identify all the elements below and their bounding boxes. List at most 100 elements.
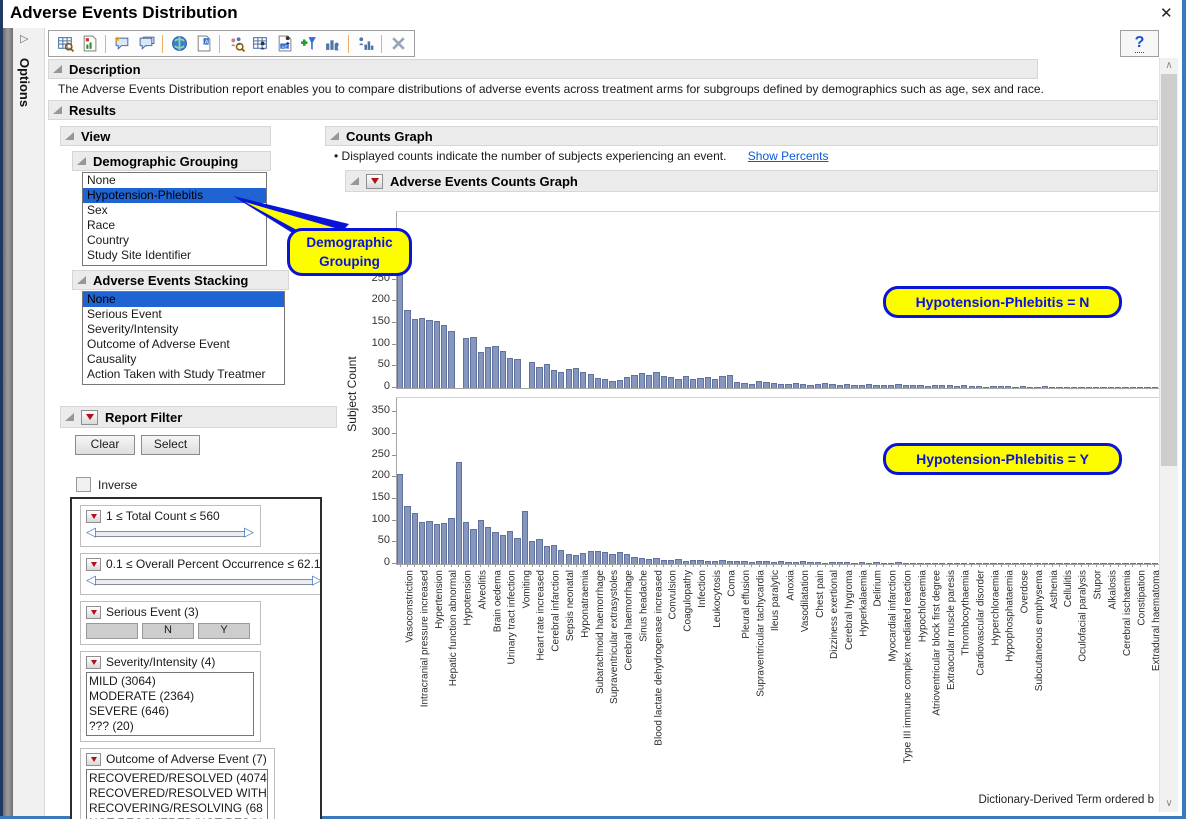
close-icon[interactable]: ✕ <box>1160 4 1173 22</box>
bar[interactable] <box>609 381 615 388</box>
bar[interactable] <box>675 379 681 389</box>
bar[interactable] <box>925 386 931 388</box>
bar[interactable] <box>661 376 667 388</box>
bar[interactable] <box>470 529 476 564</box>
bar[interactable] <box>969 386 975 388</box>
bar[interactable] <box>595 378 601 388</box>
filter-level-button[interactable]: Y <box>198 623 250 639</box>
slider-track[interactable] <box>95 531 245 537</box>
slider-track[interactable] <box>95 579 313 585</box>
bar[interactable] <box>507 358 513 388</box>
add-filter-icon[interactable] <box>296 33 320 54</box>
bar[interactable] <box>544 364 550 388</box>
filter-list-item[interactable]: RECOVERED/RESOLVED (4074 <box>89 771 265 786</box>
bar[interactable] <box>529 541 535 564</box>
bar[interactable] <box>734 382 740 388</box>
bar[interactable] <box>404 310 410 388</box>
bar[interactable] <box>558 550 564 564</box>
bar[interactable] <box>492 532 498 564</box>
bar[interactable] <box>573 555 579 564</box>
bar[interactable] <box>412 513 418 564</box>
bar[interactable] <box>514 359 520 389</box>
help-button[interactable]: ? <box>1120 30 1159 57</box>
bar[interactable] <box>566 369 572 388</box>
bar[interactable] <box>807 385 813 389</box>
bar[interactable] <box>1137 387 1143 388</box>
bar[interactable] <box>668 377 674 388</box>
bar[interactable] <box>697 378 703 388</box>
list-item[interactable]: Severity/Intensity <box>83 322 284 337</box>
scroll-up-icon[interactable]: ∧ <box>1160 60 1178 71</box>
collapse-triangle-icon[interactable] <box>53 65 62 73</box>
bar[interactable] <box>522 511 528 564</box>
bar[interactable] <box>441 325 447 388</box>
bar[interactable] <box>419 318 425 388</box>
bar[interactable] <box>631 375 637 388</box>
bar[interactable] <box>609 554 615 564</box>
bar[interactable] <box>712 379 718 388</box>
bar[interactable] <box>1056 387 1062 388</box>
filter-list-item[interactable]: RECOVERED/RESOLVED WITH <box>89 786 265 801</box>
red-triangle-menu-icon[interactable] <box>86 753 101 766</box>
bar[interactable] <box>903 385 909 389</box>
bar[interactable] <box>1093 387 1099 388</box>
bar[interactable] <box>544 546 550 564</box>
bar[interactable] <box>602 552 608 564</box>
red-triangle-menu-icon[interactable] <box>366 174 383 189</box>
red-triangle-menu-icon[interactable] <box>86 510 101 523</box>
bar[interactable] <box>800 384 806 388</box>
collapse-triangle-icon[interactable] <box>65 413 74 421</box>
bar[interactable] <box>536 367 542 388</box>
profile-chart-icon[interactable] <box>353 33 377 54</box>
bar[interactable] <box>1042 386 1048 388</box>
list-item[interactable]: None <box>83 173 266 188</box>
bar[interactable] <box>932 385 938 388</box>
slider-max-handle[interactable]: ▷ <box>244 525 254 540</box>
bar[interactable] <box>1144 387 1150 388</box>
options-rail[interactable] <box>13 28 45 819</box>
bar[interactable] <box>1071 387 1077 388</box>
subject-table-icon[interactable] <box>248 33 272 54</box>
bar[interactable] <box>961 385 967 388</box>
bar[interactable] <box>719 376 725 388</box>
bar[interactable] <box>631 557 637 564</box>
list-item[interactable]: Outcome of Adverse Event <box>83 337 284 352</box>
bar[interactable] <box>727 375 733 388</box>
bar[interactable] <box>793 383 799 388</box>
subject-chart-icon[interactable] <box>320 33 344 54</box>
bar[interactable] <box>998 386 1004 388</box>
bar[interactable] <box>602 379 608 389</box>
bar[interactable] <box>1049 387 1055 388</box>
filter-list-item[interactable]: MODERATE (2364) <box>89 689 251 704</box>
bar[interactable] <box>595 551 601 564</box>
bar[interactable] <box>1064 387 1070 388</box>
bar[interactable] <box>419 522 425 564</box>
bar[interactable] <box>785 384 791 388</box>
list-item[interactable]: None <box>83 292 284 307</box>
bar[interactable] <box>705 377 711 388</box>
scrollbar-thumb[interactable] <box>1161 74 1177 466</box>
bar[interactable] <box>558 372 564 389</box>
find-subjects-icon[interactable] <box>224 33 248 54</box>
collapse-triangle-icon[interactable] <box>350 177 359 185</box>
range-slider[interactable]: ◁▷ <box>86 574 322 589</box>
bar[interactable] <box>873 385 879 389</box>
inverse-checkbox[interactable] <box>76 477 91 492</box>
bar[interactable] <box>1020 386 1026 388</box>
bar[interactable] <box>837 385 843 389</box>
remove-icon[interactable] <box>386 33 410 54</box>
red-triangle-menu-icon[interactable] <box>86 558 101 571</box>
bar[interactable] <box>866 384 872 388</box>
bar[interactable] <box>859 385 865 389</box>
collapse-triangle-icon[interactable] <box>330 132 339 140</box>
bar[interactable] <box>844 384 850 388</box>
bar[interactable] <box>624 377 630 388</box>
bar[interactable] <box>580 372 586 389</box>
bar[interactable] <box>1130 387 1136 388</box>
bar[interactable] <box>910 385 916 388</box>
bar[interactable] <box>829 384 835 388</box>
bar[interactable] <box>448 331 454 388</box>
bar[interactable] <box>1034 387 1040 388</box>
bar[interactable] <box>412 319 418 388</box>
summary-table-icon[interactable] <box>53 33 77 54</box>
